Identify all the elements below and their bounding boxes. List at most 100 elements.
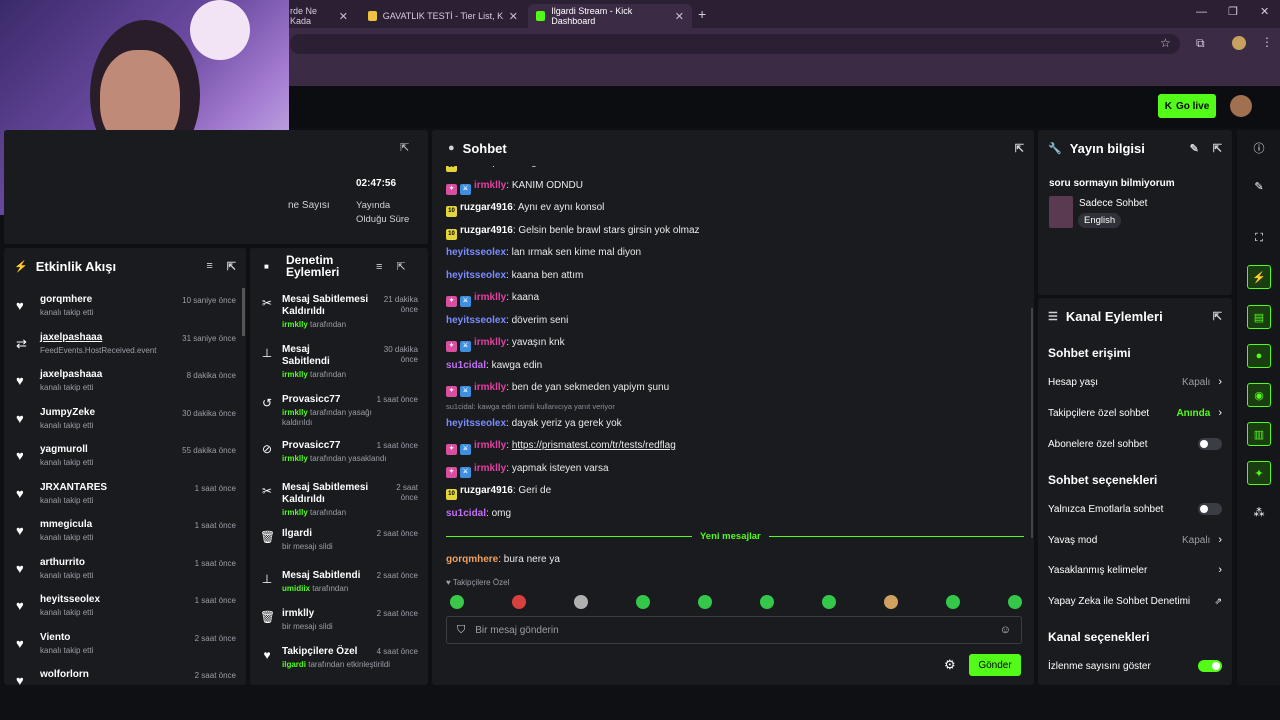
emote-icon[interactable] <box>512 595 526 609</box>
widgets-icon[interactable]: ⁂ <box>1247 500 1271 524</box>
chat-username[interactable]: storw <box>460 166 487 168</box>
activity-username[interactable]: gorqmhere <box>40 294 92 305</box>
slow-mode-setting[interactable]: Yavaş mod Kapalı › <box>1048 530 1222 550</box>
chat-message[interactable]: su1cidal: omg <box>446 508 511 519</box>
popout-icon[interactable]: ⇱ <box>227 260 236 273</box>
account-age-setting[interactable]: Hesap yaşı Kapalı › <box>1048 372 1222 392</box>
chat-message[interactable]: heyitsseolex: dayak yeriz ya gerek yok <box>446 418 622 429</box>
activity-item[interactable]: ♥ wolforlorn 2 saat önce <box>4 667 240 685</box>
emote-icon[interactable] <box>884 595 898 609</box>
activity-item[interactable]: ♥ heyitsseolex kanalı takip etti 1 saat önc… <box>4 592 240 629</box>
wrench-icon[interactable]: ✦ <box>1247 461 1271 485</box>
moderation-item[interactable]: ✂ Mesaj Sabitlemesi Kaldırıldı irmklly tara… <box>250 294 422 330</box>
close-icon[interactable]: ✕ <box>675 10 684 23</box>
activity-item[interactable]: ♥ jaxelpashaaa kanalı takip etti 8 dakika ö… <box>4 367 240 404</box>
address-bar[interactable] <box>290 34 1180 54</box>
chat-username[interactable]: heyitsseolex <box>446 247 506 258</box>
emote-icon[interactable] <box>574 595 588 609</box>
extensions-icon[interactable]: ⧉ <box>1196 36 1205 51</box>
moderation-item[interactable]: 🗑 irmklly bir mesajı sildi 2 saat önce <box>250 608 422 644</box>
chat-input[interactable]: ⛉ Bir mesaj gönderin ☺ <box>446 616 1022 644</box>
activity-username[interactable]: JRXANTARES <box>40 482 107 493</box>
chat-message[interactable]: 10 ruzgar4916: Geri de <box>446 485 551 500</box>
activity-item[interactable]: ♥ gorqmhere kanalı takip etti 10 saniye önc… <box>4 292 240 329</box>
activity-item[interactable]: ♥ arthurrito kanalı takip etti 1 saat önce <box>4 555 240 592</box>
info-icon[interactable]: ⓘ <box>1247 136 1271 160</box>
activity-item[interactable]: ♥ mmegicula kanalı takip etti 1 saat önce <box>4 517 240 554</box>
filter-icon[interactable]: ≡ <box>376 260 382 273</box>
followers-only-setting[interactable]: Takipçilere özel sohbet Anında › <box>1048 403 1222 423</box>
scrollbar[interactable] <box>242 288 245 336</box>
popout-icon[interactable]: ⇱ <box>400 140 409 154</box>
chat-username[interactable]: irmklly <box>474 180 506 191</box>
emote-only-toggle[interactable] <box>1198 503 1222 515</box>
chat-message[interactable]: 10storw: pro max gavat <box>446 166 556 172</box>
popout-icon[interactable]: ⇱ <box>1213 310 1222 323</box>
activity-username[interactable]: wolforlorn <box>40 669 89 680</box>
scrollbar[interactable] <box>1031 308 1033 538</box>
chat-message[interactable]: heyitsseolex: döverim seni <box>446 315 568 326</box>
moderation-item[interactable]: ✂ Mesaj Sabitlemesi Kaldırıldı irmklly tara… <box>250 482 422 518</box>
show-viewers-toggle[interactable] <box>1198 660 1222 672</box>
emote-icon[interactable] <box>822 595 836 609</box>
layout-icon[interactable]: ▥ <box>1247 422 1271 446</box>
settings-gear-icon[interactable]: ⚙ <box>944 657 956 673</box>
chat-username[interactable]: irmklly <box>474 292 506 303</box>
chat-message[interactable]: ✦ ⚔ irmklly: https://prismatest.com/tr/tes… <box>446 440 676 455</box>
emote-icon[interactable] <box>946 595 960 609</box>
activity-username[interactable]: yagmuroll <box>40 444 88 455</box>
chat-username[interactable]: ruzgar4916 <box>460 225 513 236</box>
profile-avatar[interactable] <box>1232 36 1246 50</box>
chat-username[interactable]: irmklly <box>474 382 506 393</box>
activity-username[interactable]: heyitsseolex <box>40 594 100 605</box>
close-icon[interactable]: ✕ <box>509 10 518 23</box>
activity-username[interactable]: Viento <box>40 632 70 643</box>
filter-icon[interactable]: ≡ <box>206 260 212 273</box>
moderation-item[interactable]: ⊥ Mesaj Sabitlendi umidiix tarafından 2 saa… <box>250 570 422 606</box>
star-icon[interactable]: ☆ <box>1160 36 1171 50</box>
chat-text[interactable]: https://prismatest.com/tr/tests/redflag <box>512 440 676 451</box>
activity-item[interactable]: ♥ yagmuroll kanalı takip etti 55 dakika önc… <box>4 442 240 479</box>
moderation-item[interactable]: ⊘ Provasicc77 irmklly tarafından yasakland… <box>250 440 422 476</box>
ai-moderation-setting[interactable]: Yapay Zeka ile Sohbet Denetimi ⇗ <box>1048 591 1222 611</box>
activity-item[interactable]: ⇄ jaxelpashaaa FeedEvents.HostReceived.eve… <box>4 330 240 367</box>
chat-username[interactable]: irmklly <box>474 463 506 474</box>
chat-message[interactable]: heyitsseolex: kaana ben attım <box>446 270 583 281</box>
moderation-item[interactable]: ↺ Provasicc77 irmklly tarafından yasağı ka… <box>250 394 422 430</box>
chat-username[interactable]: irmklly <box>474 440 506 451</box>
emote-icon[interactable] <box>698 595 712 609</box>
chat-username[interactable]: su1cidal <box>446 360 486 371</box>
send-button[interactable]: Gönder <box>969 654 1021 676</box>
popout-icon[interactable]: ⇱ <box>396 260 405 273</box>
chat-message[interactable]: heyitsseolex: lan ırmak sen kime mal diy… <box>446 247 641 258</box>
activity-item[interactable]: ♥ Viento kanalı takip etti 2 saat önce <box>4 630 240 667</box>
chat-username[interactable]: heyitsseolex <box>446 315 506 326</box>
activity-username[interactable]: jaxelpashaaa <box>40 369 102 380</box>
clipboard-icon[interactable]: ▤ <box>1247 305 1271 329</box>
moderation-item[interactable]: ♥ Takipçilere Özel ilgardi tarafından etki… <box>250 646 422 682</box>
chat-message[interactable]: ✦ ⚔ irmklly: yavaşın knk <box>446 337 565 352</box>
emote-icon[interactable] <box>450 595 464 609</box>
maximize-icon[interactable]: ❐ <box>1228 5 1238 18</box>
go-live-button[interactable]: K Go live <box>1158 94 1216 118</box>
chat-username[interactable]: ruzgar4916 <box>460 485 513 496</box>
browser-tab[interactable]: rde Ne Kada ✕ <box>282 4 356 28</box>
minimize-icon[interactable]: — <box>1196 6 1207 18</box>
browser-tab[interactable]: GAVATLIK TESTİ - Tier List, Kör Sır ✕ <box>360 4 526 28</box>
popout-icon[interactable]: ⇱ <box>1213 142 1222 155</box>
moderation-item[interactable]: ⊥ Mesaj Sabitlendi irmklly tarafından 30 dak… <box>250 344 422 380</box>
banned-words-setting[interactable]: Yasaklanmış kelimeler › <box>1048 560 1222 580</box>
broadcast-icon[interactable]: ◉ <box>1247 383 1271 407</box>
category-name[interactable]: Sadece Sohbet <box>1079 198 1147 209</box>
activity-username[interactable]: JumpyZeke <box>40 407 95 418</box>
emote-icon[interactable] <box>760 595 774 609</box>
activity-username[interactable]: arthurrito <box>40 557 85 568</box>
chat-icon[interactable]: ● <box>1247 344 1271 368</box>
activity-username[interactable]: mmegicula <box>40 519 92 530</box>
user-avatar[interactable] <box>1230 95 1252 117</box>
popout-icon[interactable]: ⇱ <box>1015 142 1024 155</box>
subscribers-only-toggle[interactable] <box>1198 438 1222 450</box>
fullscreen-icon[interactable]: ⛶ <box>1247 226 1271 250</box>
new-tab-icon[interactable]: + <box>698 6 706 22</box>
chat-message[interactable]: ✦ ⚔ irmklly: yapmak isteyen varsa <box>446 463 609 478</box>
